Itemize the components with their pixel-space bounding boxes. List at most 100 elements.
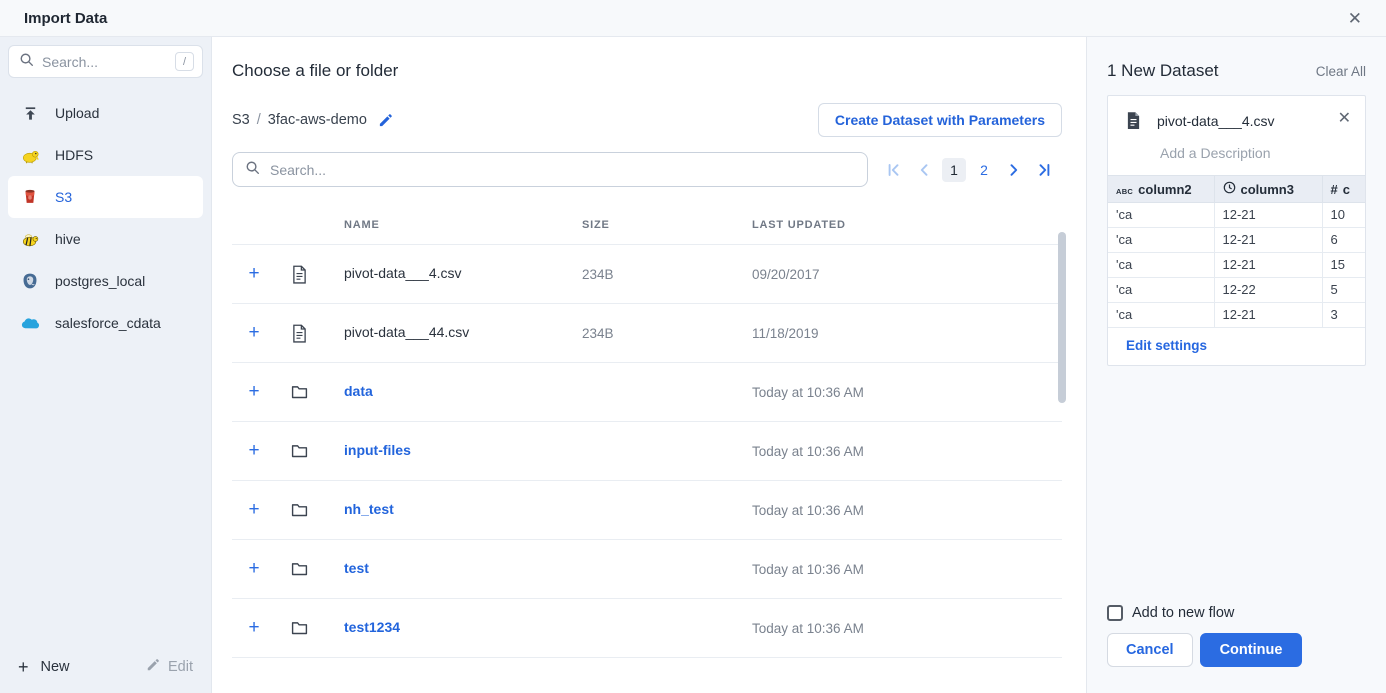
add-dataset-plus-icon[interactable]: + <box>232 440 276 462</box>
sidebar-item-label: salesforce_cdata <box>55 315 161 331</box>
page-button-2[interactable]: 2 <box>972 158 996 182</box>
add-dataset-plus-icon[interactable]: + <box>232 263 276 285</box>
sidebar-item-salesforce_cdata[interactable]: salesforce_cdata <box>8 302 203 344</box>
close-icon[interactable]: ✕ <box>1348 10 1362 27</box>
connections-sidebar: / UploadHDFSS3 hive postgres_local salesfor… <box>0 37 212 693</box>
row-name[interactable]: data <box>344 383 373 399</box>
add-dataset-plus-icon[interactable]: + <box>232 558 276 580</box>
continue-button[interactable]: Continue <box>1200 633 1303 667</box>
sidebar-item-postgres_local[interactable]: postgres_local <box>8 260 203 302</box>
table-row[interactable]: + input-files Today at 10:36 AM <box>232 422 1062 481</box>
file-table-header: NAME SIZE LAST UPDATED <box>232 205 1062 245</box>
table-row[interactable]: +pivot-data___4.csv234B09/20/2017 <box>232 245 1062 304</box>
add-to-new-flow-option[interactable]: Add to new flow <box>1107 605 1234 621</box>
preview-row: 'ca12-2110 <box>1108 203 1366 228</box>
folder-icon <box>276 621 322 635</box>
edit-connection-label: Edit <box>168 659 193 675</box>
plus-icon: + <box>18 657 29 678</box>
row-name[interactable]: nh_test <box>344 501 394 517</box>
text-type-icon: ABC <box>1116 182 1133 197</box>
last-page-icon[interactable] <box>1032 158 1056 182</box>
preview-cell: 'ca <box>1108 203 1214 228</box>
preview-cell: 10 <box>1322 203 1366 228</box>
sidebar-item-hdfs[interactable]: HDFS <box>8 134 203 176</box>
add-to-new-flow-checkbox[interactable] <box>1107 605 1123 621</box>
preview-column-label: column3 <box>1241 182 1294 197</box>
row-last-updated: 09/20/2017 <box>752 267 1062 282</box>
table-row[interactable]: +dataToday at 10:36 AM <box>232 363 1062 422</box>
pagination: 12 <box>882 158 1062 182</box>
row-last-updated: 11/18/2019 <box>752 326 1062 341</box>
search-icon <box>245 160 260 180</box>
vertical-scrollbar[interactable] <box>1058 232 1066 403</box>
row-name[interactable]: pivot-data___4.csv <box>344 265 462 281</box>
preview-row: 'ca12-213 <box>1108 303 1366 328</box>
breadcrumb: S3 / 3fac-aws-demo <box>232 112 393 128</box>
table-row[interactable]: +nh_testToday at 10:36 AM <box>232 481 1062 540</box>
table-row[interactable]: +pivot-data___44.csv234B11/18/2019 <box>232 304 1062 363</box>
add-dataset-plus-icon[interactable]: + <box>232 381 276 403</box>
time-type-icon <box>1223 181 1236 197</box>
next-page-icon[interactable] <box>1002 158 1026 182</box>
preview-cell: 'ca <box>1108 303 1214 328</box>
sidebar-item-label: postgres_local <box>55 273 145 289</box>
preview-row: 'ca12-2115 <box>1108 253 1366 278</box>
edit-path-pencil-icon[interactable] <box>378 113 393 128</box>
file-search-input[interactable] <box>270 162 855 178</box>
hive-icon <box>20 230 40 249</box>
sidebar-item-s3[interactable]: S3 <box>8 176 203 218</box>
cancel-button[interactable]: Cancel <box>1107 633 1193 667</box>
file-icon <box>1126 111 1141 135</box>
folder-icon <box>276 562 322 576</box>
preview-cell: 15 <box>1322 253 1366 278</box>
new-connection-button[interactable]: + New <box>18 657 70 678</box>
preview-column-header: #c <box>1322 176 1366 203</box>
sidebar-search-input[interactable] <box>42 54 167 70</box>
add-dataset-plus-icon[interactable]: + <box>232 322 276 344</box>
breadcrumb-root[interactable]: S3 <box>232 112 250 128</box>
search-icon <box>19 52 34 72</box>
number-type-icon: # <box>1331 182 1338 197</box>
preview-cell: 12-21 <box>1214 303 1322 328</box>
row-name[interactable]: test1234 <box>344 619 400 635</box>
s3-icon <box>20 188 40 206</box>
page-title: Choose a file or folder <box>232 61 1062 81</box>
previous-page-icon <box>912 158 936 182</box>
preview-cell: 12-21 <box>1214 203 1322 228</box>
sidebar-item-upload[interactable]: Upload <box>8 92 203 134</box>
salesforce-icon <box>20 316 40 331</box>
preview-cell: 12-21 <box>1214 253 1322 278</box>
column-header-size: SIZE <box>582 219 752 231</box>
preview-column-header: ABCcolumn2 <box>1108 176 1214 203</box>
remove-dataset-icon[interactable]: ✕ <box>1338 111 1351 127</box>
row-name[interactable]: test <box>344 560 369 576</box>
add-dataset-plus-icon[interactable]: + <box>232 617 276 639</box>
new-dataset-panel: 1 New Dataset Clear All pivot-data___4.c… <box>1086 37 1386 693</box>
preview-column-header: column3 <box>1214 176 1322 203</box>
sidebar-search[interactable]: / <box>8 45 203 78</box>
row-name[interactable]: pivot-data___44.csv <box>344 324 469 340</box>
table-row[interactable]: +testToday at 10:36 AM <box>232 540 1062 599</box>
add-dataset-plus-icon[interactable]: + <box>232 499 276 521</box>
edit-settings-link[interactable]: Edit settings <box>1108 328 1365 365</box>
sidebar-footer: + New Edit <box>0 641 211 693</box>
pencil-icon <box>146 658 160 676</box>
clear-all-button[interactable]: Clear All <box>1316 64 1366 79</box>
row-last-updated: Today at 10:36 AM <box>752 444 1062 459</box>
preview-cell: 6 <box>1322 228 1366 253</box>
file-search[interactable] <box>232 152 868 187</box>
create-dataset-with-parameters-button[interactable]: Create Dataset with Parameters <box>818 103 1062 137</box>
sidebar-item-label: hive <box>55 231 81 247</box>
new-connection-label: New <box>41 659 70 675</box>
row-name[interactable]: input-files <box>344 442 411 458</box>
preview-cell: 12-22 <box>1214 278 1322 303</box>
hadoop-icon <box>20 146 40 165</box>
postgres-icon <box>20 272 40 290</box>
file-icon <box>276 265 322 284</box>
breadcrumb-separator: / <box>257 112 261 128</box>
table-row[interactable]: +test1234Today at 10:36 AM <box>232 599 1062 658</box>
sidebar-item-hive[interactable]: hive <box>8 218 203 260</box>
page-button-1[interactable]: 1 <box>942 158 966 182</box>
add-description-field[interactable]: Add a Description <box>1108 135 1365 175</box>
edit-connection-button[interactable]: Edit <box>146 658 193 676</box>
